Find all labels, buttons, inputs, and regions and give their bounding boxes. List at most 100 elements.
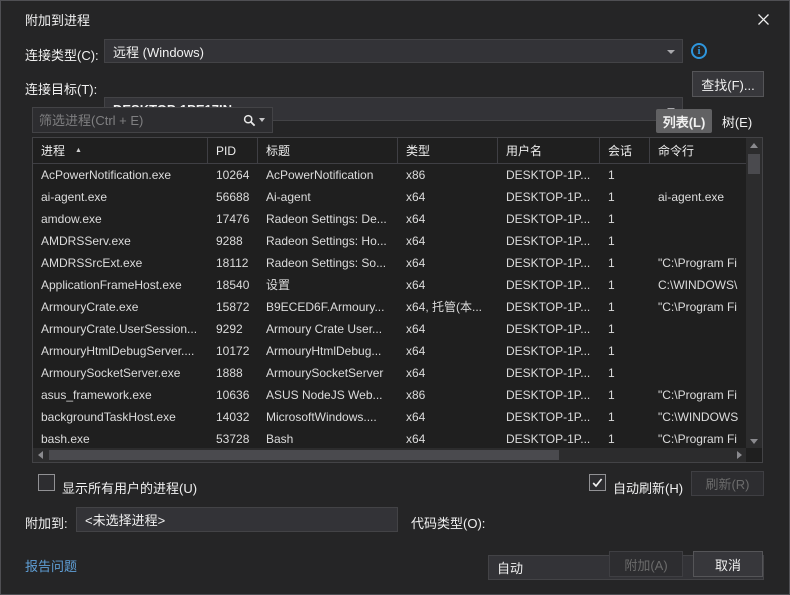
- show-all-users-checkbox[interactable]: [38, 474, 55, 491]
- table-cell: Radeon Settings: So...: [258, 252, 398, 274]
- table-row[interactable]: AMDRSServ.exe9288Radeon Settings: Ho...x…: [33, 230, 746, 252]
- table-cell: x64: [398, 186, 498, 208]
- table-cell: Ai-agent: [258, 186, 398, 208]
- table-cell: 18112: [208, 252, 258, 274]
- header-username[interactable]: 用户名: [498, 138, 600, 163]
- table-cell: x64: [398, 428, 498, 450]
- table-row[interactable]: AMDRSSrcExt.exe18112Radeon Settings: So.…: [33, 252, 746, 274]
- table-cell: DESKTOP-1P...: [498, 318, 600, 340]
- table-row[interactable]: asus_framework.exe10636ASUS NodeJS Web..…: [33, 384, 746, 406]
- table-cell: DESKTOP-1P...: [498, 186, 600, 208]
- table-cell: AMDRSServ.exe: [33, 230, 208, 252]
- table-cell: 1: [600, 340, 650, 362]
- attach-to-field[interactable]: <未选择进程>: [76, 507, 398, 532]
- connection-type-combobox[interactable]: 远程 (Windows): [104, 39, 683, 63]
- horizontal-scrollbar-thumb[interactable]: [49, 450, 559, 460]
- header-title[interactable]: 标题: [258, 138, 398, 163]
- table-cell: DESKTOP-1P...: [498, 230, 600, 252]
- chevron-down-icon[interactable]: [259, 118, 265, 122]
- auto-refresh-checkbox[interactable]: [589, 474, 606, 491]
- find-button[interactable]: 查找(F)...: [692, 71, 764, 97]
- table-row[interactable]: ArmouryHtmlDebugServer....10172ArmouryHt…: [33, 340, 746, 362]
- header-type[interactable]: 类型: [398, 138, 498, 163]
- search-input[interactable]: [33, 113, 243, 128]
- header-pid[interactable]: PID: [208, 138, 258, 163]
- refresh-button[interactable]: 刷新(R): [691, 471, 764, 496]
- scroll-right-icon[interactable]: [732, 448, 746, 462]
- table-cell: "C:\Program Fi: [650, 428, 746, 450]
- table-cell: DESKTOP-1P...: [498, 428, 600, 450]
- table-row[interactable]: AcPowerNotification.exe10264AcPowerNotif…: [33, 164, 746, 186]
- table-cell: 1: [600, 384, 650, 406]
- table-cell: 1: [600, 296, 650, 318]
- table-cell: 9292: [208, 318, 258, 340]
- view-tree-button[interactable]: 树(E): [715, 109, 759, 133]
- table-cell: amdow.exe: [33, 208, 208, 230]
- table-cell: x64: [398, 362, 498, 384]
- filter-process-searchbox[interactable]: [32, 107, 273, 133]
- table-cell: asus_framework.exe: [33, 384, 208, 406]
- code-type-value: 自动: [497, 558, 523, 577]
- table-cell: x64: [398, 230, 498, 252]
- table-cell: Radeon Settings: Ho...: [258, 230, 398, 252]
- table-row[interactable]: backgroundTaskHost.exe14032MicrosoftWind…: [33, 406, 746, 428]
- table-cell: ArmourySocketServer: [258, 362, 398, 384]
- vertical-scrollbar-thumb[interactable]: [748, 154, 760, 174]
- search-icon[interactable]: [243, 114, 256, 127]
- table-row[interactable]: ArmouryCrate.UserSession...9292Armoury C…: [33, 318, 746, 340]
- scroll-up-icon[interactable]: [746, 138, 762, 152]
- cancel-button[interactable]: 取消: [693, 551, 763, 577]
- attach-button[interactable]: 附加(A): [609, 551, 683, 577]
- table-cell: 10636: [208, 384, 258, 406]
- scroll-left-icon[interactable]: [33, 448, 47, 462]
- table-cell: DESKTOP-1P...: [498, 208, 600, 230]
- table-cell: 10264: [208, 164, 258, 186]
- connection-target-label: 连接目标(T):: [25, 79, 97, 98]
- report-problem-link[interactable]: 报告问题: [25, 556, 77, 575]
- header-process[interactable]: 进程 ▲: [33, 138, 208, 163]
- table-cell: ASUS NodeJS Web...: [258, 384, 398, 406]
- process-table: 进程 ▲ PID 标题 类型 用户名 会话 命令行 AcPowerNotific…: [32, 137, 763, 463]
- connection-type-value: 远程 (Windows): [113, 42, 204, 61]
- table-row[interactable]: ArmourySocketServer.exe1888ArmourySocket…: [33, 362, 746, 384]
- table-cell: 1: [600, 230, 650, 252]
- table-cell: 1: [600, 428, 650, 450]
- table-cell: x64: [398, 274, 498, 296]
- header-session[interactable]: 会话: [600, 138, 650, 163]
- table-cell: B9ECED6F.Armoury...: [258, 296, 398, 318]
- table-cell: Radeon Settings: De...: [258, 208, 398, 230]
- table-cell: 1888: [208, 362, 258, 384]
- table-row[interactable]: ArmouryCrate.exe15872B9ECED6F.Armoury...…: [33, 296, 746, 318]
- table-cell: 1: [600, 186, 650, 208]
- table-cell: 18540: [208, 274, 258, 296]
- table-cell: DESKTOP-1P...: [498, 384, 600, 406]
- table-cell: "C:\Program Fi: [650, 384, 746, 406]
- vertical-scrollbar[interactable]: [746, 138, 762, 448]
- table-header-row: 进程 ▲ PID 标题 类型 用户名 会话 命令行: [33, 138, 762, 164]
- table-cell: ArmouryHtmlDebug...: [258, 340, 398, 362]
- table-cell: 56688: [208, 186, 258, 208]
- table-cell: x64: [398, 340, 498, 362]
- close-icon[interactable]: [753, 9, 773, 29]
- header-commandline[interactable]: 命令行: [650, 138, 746, 163]
- table-cell: 14032: [208, 406, 258, 428]
- table-cell: x64: [398, 318, 498, 340]
- table-row[interactable]: bash.exe53728Bashx64DESKTOP-1P...1"C:\Pr…: [33, 428, 746, 450]
- horizontal-scrollbar[interactable]: [33, 448, 746, 462]
- table-cell: backgroundTaskHost.exe: [33, 406, 208, 428]
- table-cell: DESKTOP-1P...: [498, 362, 600, 384]
- scroll-down-icon[interactable]: [746, 434, 762, 448]
- table-row[interactable]: amdow.exe17476Radeon Settings: De...x64D…: [33, 208, 746, 230]
- sort-ascending-icon: ▲: [75, 147, 82, 154]
- table-cell: x86: [398, 384, 498, 406]
- table-row[interactable]: ApplicationFrameHost.exe18540设置x64DESKTO…: [33, 274, 746, 296]
- info-icon[interactable]: i: [691, 43, 707, 59]
- table-cell: DESKTOP-1P...: [498, 164, 600, 186]
- table-row[interactable]: ai-agent.exe56688Ai-agentx64DESKTOP-1P..…: [33, 186, 746, 208]
- table-cell: Bash: [258, 428, 398, 450]
- table-cell: 9288: [208, 230, 258, 252]
- table-cell: x64: [398, 406, 498, 428]
- table-cell: x64: [398, 208, 498, 230]
- table-cell: DESKTOP-1P...: [498, 274, 600, 296]
- view-list-button[interactable]: 列表(L): [656, 109, 712, 133]
